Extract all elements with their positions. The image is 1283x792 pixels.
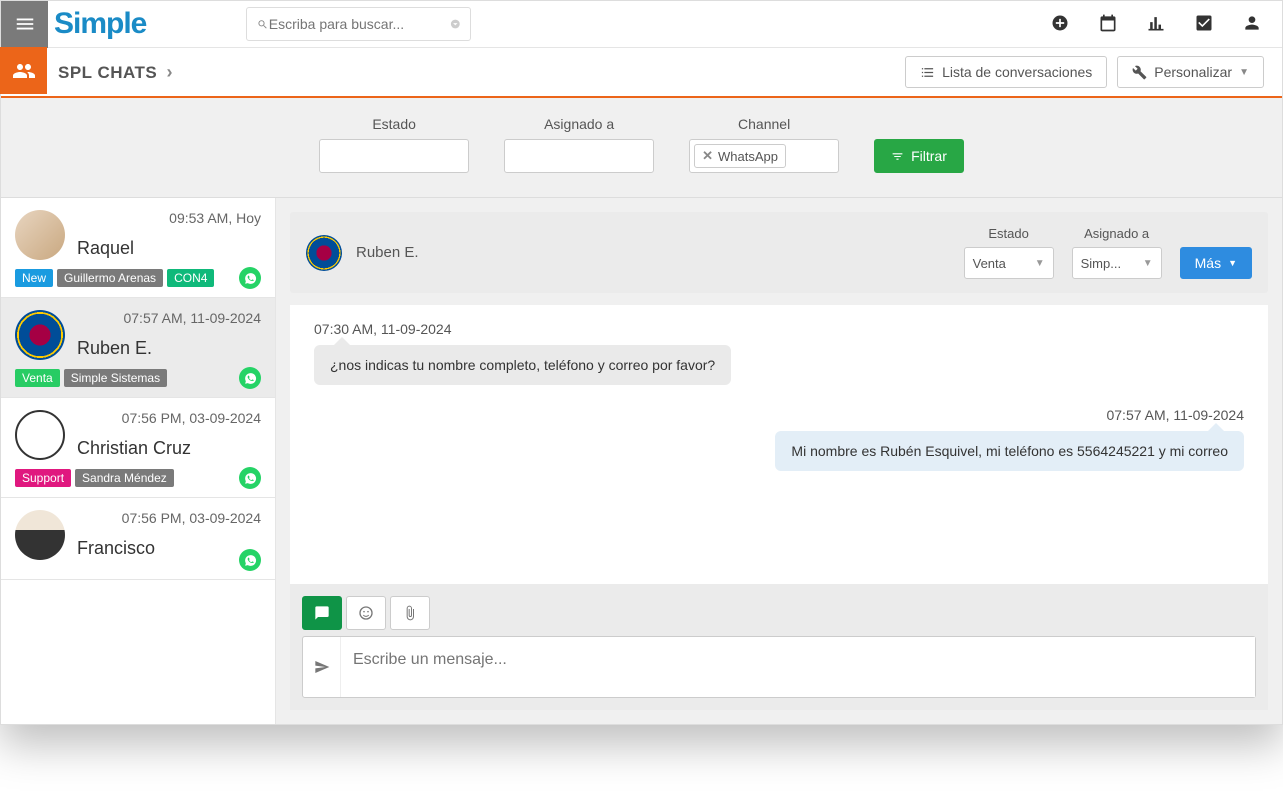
filter-button[interactable]: Filtrar	[874, 139, 964, 173]
contact-name: Ruben E.	[356, 244, 419, 261]
avatar	[15, 410, 65, 460]
remove-tag-icon[interactable]: ✕	[702, 148, 713, 164]
search-icon	[257, 17, 268, 32]
filter-asignado-label: Asignado a	[544, 116, 614, 132]
brand-logo: Simple	[54, 7, 146, 41]
chevron-right-icon: ›	[167, 62, 174, 82]
top-actions	[1050, 13, 1282, 36]
chat-estado-select[interactable]: Venta ▼	[964, 247, 1054, 279]
caret-down-icon: ▼	[1239, 67, 1249, 78]
channel-tag: ✕ WhatsApp	[694, 144, 786, 168]
conversation-time: 09:53 AM, Hoy	[77, 210, 261, 226]
message-bubble: ¿nos indicas tu nombre completo, teléfon…	[314, 345, 731, 385]
global-search[interactable]	[246, 7, 471, 41]
conversation-item[interactable]: 07:57 AM, 11-09-2024 Ruben E. VentaSimpl…	[1, 298, 275, 398]
composer-tab-message[interactable]	[302, 596, 342, 630]
status-badge: Simple Sistemas	[64, 369, 167, 387]
status-badge: Sandra Méndez	[75, 469, 174, 487]
chevron-down-icon[interactable]	[450, 17, 461, 31]
conversation-item[interactable]: 07:56 PM, 03-09-2024 Christian Cruz Supp…	[1, 398, 275, 498]
status-badge: Venta	[15, 369, 60, 387]
conversation-name: Ruben E.	[77, 338, 261, 359]
module-title[interactable]: SPL CHATS ›	[58, 62, 173, 83]
message-bubble: Mi nombre es Rubén Esquivel, mi teléfono…	[775, 431, 1244, 471]
chat-asignado-label: Asignado a	[1084, 226, 1149, 241]
top-bar: Simple	[1, 1, 1282, 48]
composer-tab-attachment[interactable]	[390, 596, 430, 630]
composer	[290, 584, 1268, 710]
composer-tab-emoji[interactable]	[346, 596, 386, 630]
conversation-name: Christian Cruz	[77, 438, 261, 459]
conversation-name: Raquel	[77, 238, 261, 259]
chart-icon[interactable]	[1146, 13, 1166, 36]
chat-estado-label: Estado	[988, 226, 1028, 241]
module-nav-chats[interactable]	[0, 47, 47, 94]
whatsapp-icon	[239, 467, 261, 489]
user-icon[interactable]	[1242, 13, 1262, 36]
brand-text: Simple	[54, 7, 146, 41]
hamburger-menu-button[interactable]	[1, 1, 48, 48]
conversation-time: 07:56 PM, 03-09-2024	[77, 410, 261, 426]
more-button[interactable]: Más ▼	[1180, 247, 1252, 279]
module-header: SPL CHATS › Lista de conversaciones Pers…	[1, 48, 1282, 98]
filter-channel-label: Channel	[738, 116, 790, 132]
funnel-icon	[891, 150, 904, 163]
avatar	[15, 510, 65, 560]
avatar	[15, 210, 65, 260]
message-timestamp: 07:57 AM, 11-09-2024	[314, 407, 1244, 423]
chat-pane: Ruben E. Estado Venta ▼ Asignado a Simp.…	[276, 198, 1282, 724]
conversation-list[interactable]: 09:53 AM, Hoy Raquel NewGuillermo Arenas…	[1, 198, 276, 724]
status-badge: New	[15, 269, 53, 287]
search-input[interactable]	[269, 16, 450, 32]
whatsapp-icon	[239, 267, 261, 289]
conversation-time: 07:56 PM, 03-09-2024	[77, 510, 261, 526]
status-badge: Guillermo Arenas	[57, 269, 163, 287]
avatar	[15, 310, 65, 360]
status-badge: CON4	[167, 269, 214, 287]
message-row: 07:30 AM, 11-09-2024 ¿nos indicas tu nom…	[314, 321, 1244, 385]
whatsapp-icon	[239, 367, 261, 389]
filter-channel-input[interactable]: ✕ WhatsApp	[689, 139, 839, 173]
conversation-name: Francisco	[77, 538, 261, 559]
conversation-time: 07:57 AM, 11-09-2024	[77, 310, 261, 326]
list-icon	[920, 65, 935, 80]
filter-estado-input[interactable]	[319, 139, 469, 173]
filter-estado-label: Estado	[372, 116, 416, 132]
conversation-item[interactable]: 07:56 PM, 03-09-2024 Francisco	[1, 498, 275, 580]
caret-down-icon: ▼	[1143, 258, 1153, 269]
message-timestamp: 07:30 AM, 11-09-2024	[314, 321, 1244, 337]
send-button[interactable]	[303, 637, 341, 697]
message-area[interactable]: 07:30 AM, 11-09-2024 ¿nos indicas tu nom…	[290, 305, 1268, 584]
whatsapp-icon	[239, 549, 261, 571]
conversations-list-button[interactable]: Lista de conversaciones	[905, 56, 1107, 88]
filter-bar: Estado Asignado a Channel ✕ WhatsApp Fil…	[1, 98, 1282, 198]
chat-header: Ruben E. Estado Venta ▼ Asignado a Simp.…	[290, 212, 1268, 293]
contact-avatar	[306, 235, 342, 271]
chat-asignado-select[interactable]: Simp... ▼	[1072, 247, 1162, 279]
calendar-icon[interactable]	[1098, 13, 1118, 36]
check-icon[interactable]	[1194, 13, 1214, 36]
conversation-item[interactable]: 09:53 AM, Hoy Raquel NewGuillermo Arenas…	[1, 198, 275, 298]
customize-button[interactable]: Personalizar ▼	[1117, 56, 1264, 88]
add-icon[interactable]	[1050, 13, 1070, 36]
caret-down-icon: ▼	[1035, 258, 1045, 269]
status-badge: Support	[15, 469, 71, 487]
filter-asignado-input[interactable]	[504, 139, 654, 173]
caret-down-icon: ▼	[1228, 258, 1237, 268]
wrench-icon	[1132, 65, 1147, 80]
message-input[interactable]	[341, 637, 1255, 697]
message-row: 07:57 AM, 11-09-2024 Mi nombre es Rubén …	[314, 407, 1244, 471]
